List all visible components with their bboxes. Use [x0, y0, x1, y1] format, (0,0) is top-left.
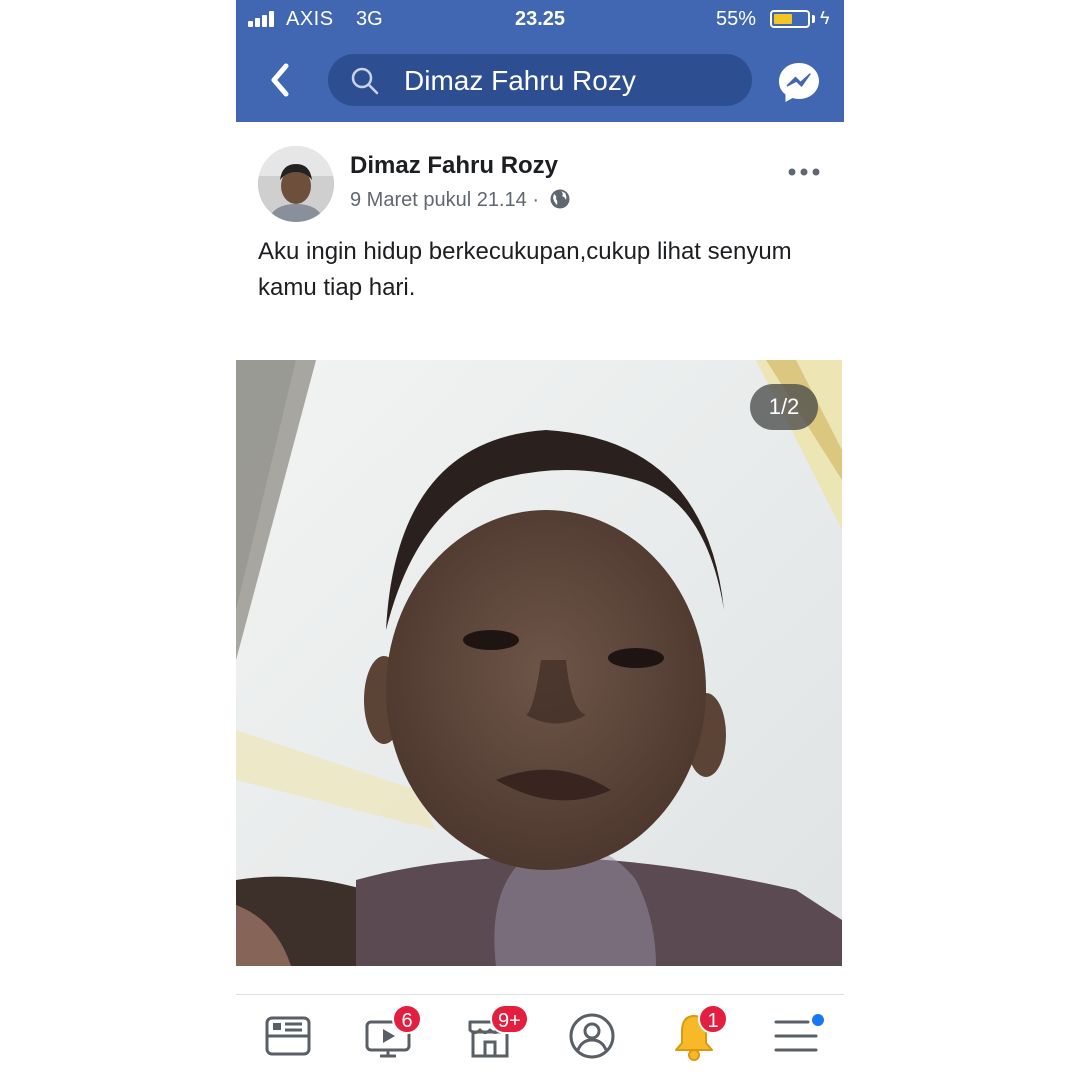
more-horizontal-icon	[788, 168, 820, 176]
tab-news-feed[interactable]	[258, 1010, 318, 1068]
battery-icon	[770, 10, 810, 28]
globe-icon	[550, 189, 570, 209]
app-header: AXIS 3G 23.25 55% ϟ Dimaz Fahru Rozy	[236, 0, 844, 122]
marketplace-badge: 9+	[490, 1004, 529, 1034]
battery-fill	[774, 14, 792, 24]
tab-menu[interactable]	[766, 1010, 826, 1068]
search-icon	[351, 67, 379, 95]
photo-image	[236, 360, 842, 966]
tab-notifications[interactable]: 1	[664, 1004, 728, 1068]
menu-notification-dot	[812, 1014, 824, 1026]
avatar[interactable]	[258, 146, 334, 222]
search-bar[interactable]: Dimaz Fahru Rozy	[328, 54, 752, 106]
battery-tip	[812, 15, 815, 23]
status-bar: AXIS 3G 23.25 55% ϟ	[236, 0, 844, 40]
bottom-navigation: 6 9+ 1	[236, 996, 844, 1080]
news-feed-icon	[265, 1016, 311, 1056]
post-text: Aku ingin hidup berkecukupan,cukup lihat…	[258, 238, 792, 301]
tab-marketplace[interactable]: 9+	[460, 1004, 529, 1068]
back-button[interactable]	[266, 60, 296, 100]
photo-counter: 1/2	[750, 384, 818, 430]
post-meta: 9 Maret pukul 21.14 ·	[350, 188, 571, 212]
charging-bolt-icon: ϟ	[820, 8, 830, 28]
tab-watch[interactable]: 6	[358, 1004, 422, 1068]
battery-percent: 55%	[716, 8, 757, 30]
post-photo[interactable]: 1/2	[236, 360, 842, 966]
profile-icon	[569, 1013, 615, 1059]
chevron-left-icon	[271, 63, 289, 97]
avatar-photo	[258, 146, 334, 222]
notifications-badge: 1	[698, 1004, 728, 1034]
messenger-button[interactable]	[776, 60, 822, 106]
post-options-button[interactable]	[784, 162, 824, 182]
search-query: Dimaz Fahru Rozy	[404, 65, 636, 96]
post-date[interactable]: 9 Maret pukul 21.14 ·	[350, 189, 539, 211]
divider	[236, 994, 844, 995]
messenger-icon	[779, 63, 819, 102]
watch-badge: 6	[392, 1004, 422, 1034]
tab-profile[interactable]	[562, 1010, 622, 1068]
phone-screen: AXIS 3G 23.25 55% ϟ Dimaz Fahru Rozy Dim…	[236, 0, 844, 1080]
post-author[interactable]: Dimaz Fahru Rozy	[350, 152, 558, 180]
